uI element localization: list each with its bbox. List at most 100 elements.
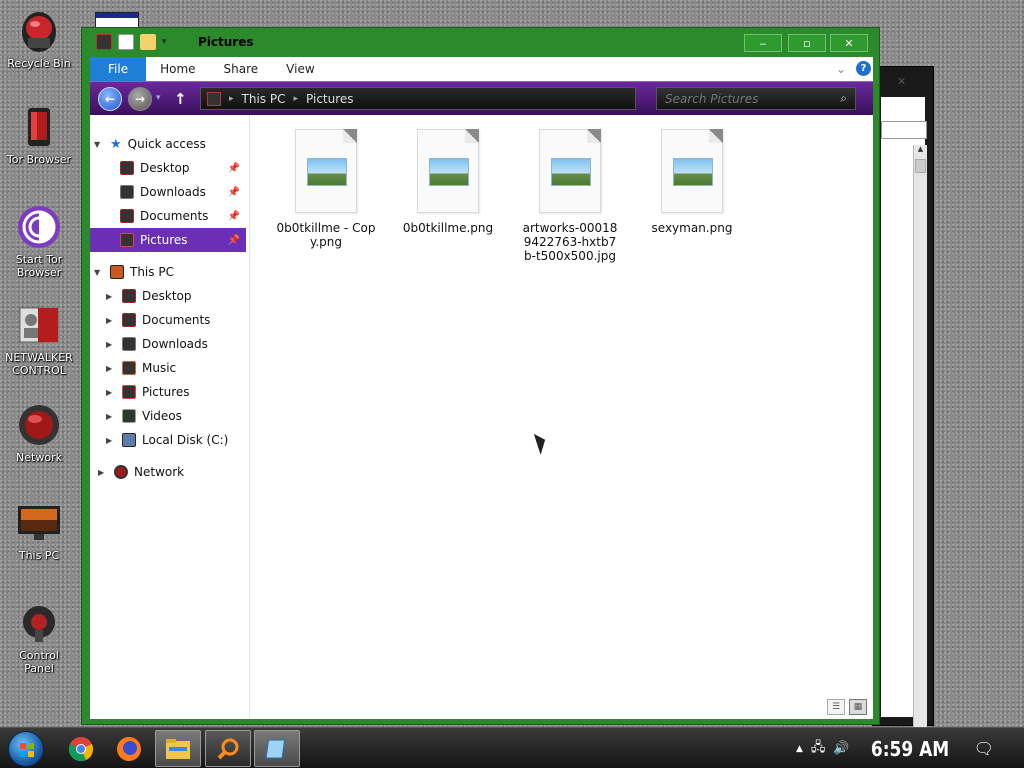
- nav-label: Desktop: [142, 289, 192, 303]
- nav-qa-pictures[interactable]: Pictures 📌: [90, 228, 246, 252]
- file-item[interactable]: artworks-000189422763-hxtb7b-t500x500.jp…: [520, 129, 620, 263]
- pictures-folder-icon: [122, 385, 136, 399]
- expand-arrow-icon[interactable]: ▶: [106, 316, 116, 325]
- search-box[interactable]: ⌕: [656, 87, 856, 110]
- forward-button[interactable]: →: [128, 87, 152, 111]
- properties-icon[interactable]: [118, 34, 134, 50]
- taskbar-firefox[interactable]: [106, 730, 152, 767]
- tab-file[interactable]: File: [90, 57, 147, 81]
- new-folder-icon[interactable]: [140, 34, 156, 50]
- breadcrumb-pictures[interactable]: Pictures: [306, 92, 354, 106]
- scroll-up-icon[interactable]: ▲: [914, 145, 927, 157]
- pin-icon[interactable]: 📌: [228, 163, 240, 174]
- expand-arrow-icon[interactable]: ▶: [106, 412, 116, 421]
- show-hidden-icons-icon[interactable]: ▲: [796, 744, 803, 754]
- taskbar-chrome[interactable]: [58, 730, 104, 767]
- volume-icon[interactable]: 🔊: [833, 741, 849, 756]
- expand-ribbon-icon[interactable]: ⌄: [836, 62, 846, 76]
- back-button[interactable]: ←: [98, 87, 122, 111]
- nav-this-pc[interactable]: ▼ This PC: [94, 260, 250, 284]
- network-status-icon[interactable]: 🖧: [811, 738, 826, 760]
- nav-network[interactable]: ▶ Network: [98, 460, 254, 484]
- customize-dropdown-icon[interactable]: ▾: [162, 37, 167, 47]
- desktop-icon-netwalker-control[interactable]: NETWALKER CONTROL: [4, 302, 74, 377]
- nav-label: Network: [134, 465, 185, 479]
- tab-home[interactable]: Home: [146, 57, 209, 81]
- help-icon[interactable]: ?: [856, 61, 871, 76]
- nav-qa-desktop[interactable]: Desktop 📌: [120, 156, 246, 180]
- breadcrumb-this-pc[interactable]: This PC: [242, 92, 286, 106]
- expand-arrow-icon[interactable]: ▶: [98, 468, 108, 477]
- address-field[interactable]: ▸ This PC ▸ Pictures: [200, 87, 636, 110]
- tab-share[interactable]: Share: [210, 57, 273, 81]
- nav-qa-downloads[interactable]: Downloads 📌: [120, 180, 246, 204]
- taskbar-file-explorer[interactable]: [155, 730, 201, 767]
- desktop-icon-this-pc[interactable]: This PC: [4, 500, 74, 562]
- search-icon[interactable]: ⌕: [840, 91, 847, 106]
- expand-arrow-icon[interactable]: ▶: [106, 364, 116, 373]
- nav-pc-desktop[interactable]: ▶ Desktop: [106, 284, 262, 308]
- desktop-icon-tor-browser[interactable]: Tor Browser: [4, 104, 74, 166]
- nav-pc-downloads[interactable]: ▶ Downloads: [106, 332, 262, 356]
- taskbar-notepad[interactable]: [254, 730, 300, 767]
- pin-icon[interactable]: 📌: [228, 187, 240, 198]
- nav-label: Desktop: [140, 161, 190, 175]
- file-explorer-window[interactable]: ▾ Pictures ‒ ▫ ✕ File Home Share View ⌄ …: [81, 27, 880, 725]
- recent-locations-icon[interactable]: ▾: [156, 93, 161, 103]
- quick-access-toolbar: ▾: [96, 34, 167, 50]
- expand-arrow-icon[interactable]: ▶: [106, 340, 116, 349]
- firefox-icon: [117, 736, 141, 761]
- file-item[interactable]: 0b0tkillme - Copy.png: [276, 129, 376, 249]
- action-center-icon[interactable]: 🗨: [974, 739, 994, 758]
- documents-folder-icon: [120, 209, 134, 223]
- minimize-button[interactable]: ‒: [744, 34, 782, 52]
- pictures-folder-icon: [96, 34, 112, 50]
- close-icon[interactable]: ✕: [897, 75, 906, 88]
- tab-view[interactable]: View: [272, 57, 328, 81]
- desktop-icon-label: Network: [16, 451, 62, 464]
- main-area: ▼ ★ Quick access Desktop 📌 Downloads 📌 D…: [90, 115, 873, 719]
- clock[interactable]: 6:59 AM: [871, 737, 949, 761]
- nav-quick-access[interactable]: ▼ ★ Quick access: [94, 132, 250, 156]
- collapse-arrow-icon[interactable]: ▼: [94, 268, 104, 277]
- nav-pc-local-disk[interactable]: ▶ Local Disk (C:): [106, 428, 262, 452]
- system-tray: ▲ 🖧 🔊 6:59 AM 🗨: [796, 728, 1024, 768]
- file-name: sexyman.png: [651, 221, 733, 235]
- desktop-icon-label: NETWALKER CONTROL: [5, 351, 73, 377]
- start-button[interactable]: [8, 731, 44, 767]
- nav-pc-documents[interactable]: ▶ Documents: [106, 308, 262, 332]
- title-bar[interactable]: ▾ Pictures ‒ ▫ ✕: [82, 28, 879, 58]
- chrome-icon: [68, 736, 94, 761]
- forward-arrow-icon: →: [134, 92, 146, 106]
- nav-label: Documents: [140, 209, 209, 223]
- file-item[interactable]: 0b0tkillme.png: [398, 129, 498, 235]
- desktop-icon-start-tor-browser[interactable]: Start Tor Browser: [4, 204, 74, 279]
- peek-window[interactable]: [95, 12, 139, 28]
- background-window-field[interactable]: [881, 121, 927, 139]
- background-window-scrollbar[interactable]: ▲ ▼: [913, 145, 927, 765]
- nav-pc-videos[interactable]: ▶ Videos: [106, 404, 262, 428]
- pin-icon[interactable]: 📌: [228, 235, 240, 246]
- expand-arrow-icon[interactable]: ▶: [106, 388, 116, 397]
- nav-pc-pictures[interactable]: ▶ Pictures: [106, 380, 262, 404]
- large-icons-view-icon[interactable]: ▦: [849, 699, 867, 715]
- nav-pc-music[interactable]: ▶ Music: [106, 356, 262, 380]
- maximize-button[interactable]: ▫: [788, 34, 826, 52]
- file-explorer-icon: [166, 738, 190, 759]
- details-view-icon[interactable]: ☰: [827, 699, 845, 715]
- up-button[interactable]: ↑: [174, 90, 187, 108]
- background-window[interactable]: ✕ ▲ ▼: [872, 66, 934, 765]
- desktop-icon-control-panel[interactable]: Control Panel: [4, 600, 74, 675]
- taskbar-search[interactable]: [205, 730, 251, 767]
- desktop-icon-recycle-bin[interactable]: Recycle Bin: [4, 8, 74, 70]
- expand-arrow-icon[interactable]: ▶: [106, 436, 116, 445]
- close-button[interactable]: ✕: [830, 34, 868, 52]
- expand-arrow-icon[interactable]: ▶: [106, 292, 116, 301]
- pin-icon[interactable]: 📌: [228, 211, 240, 222]
- file-item[interactable]: sexyman.png: [642, 129, 742, 235]
- search-input[interactable]: [665, 91, 825, 106]
- nav-qa-documents[interactable]: Documents 📌: [120, 204, 246, 228]
- desktop-icon-network[interactable]: Network: [4, 402, 74, 464]
- window-title: Pictures: [198, 35, 254, 49]
- collapse-arrow-icon[interactable]: ▼: [94, 140, 104, 149]
